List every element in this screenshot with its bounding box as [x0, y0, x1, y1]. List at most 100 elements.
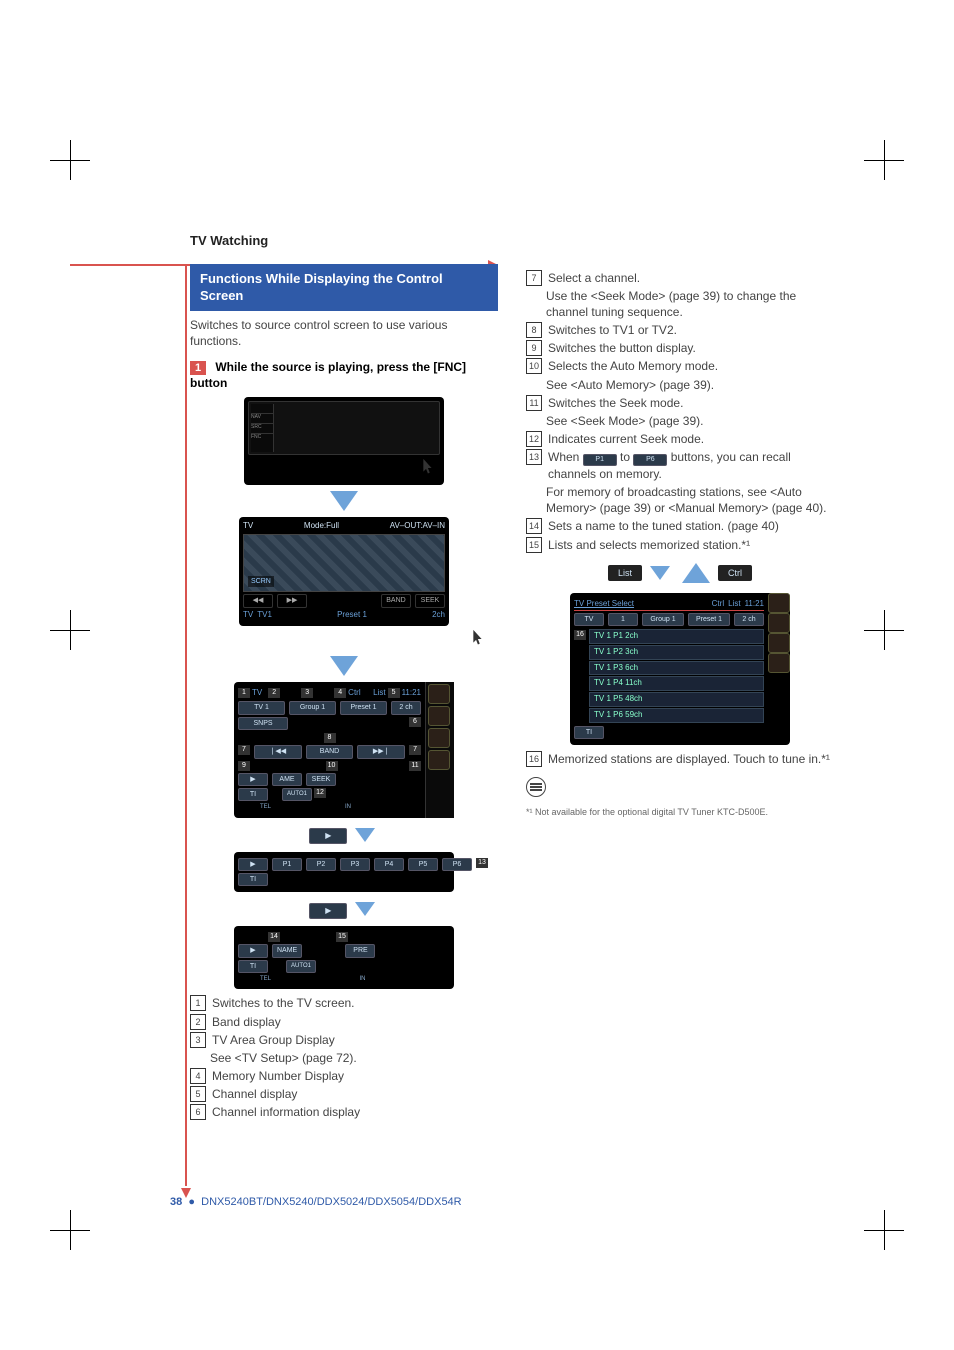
list-tab[interactable]: List — [373, 688, 385, 699]
device-screenshot-ctrl: 1 TV 2 3 4 Ctrl List 5 11:21 — [234, 682, 454, 817]
side-icon[interactable] — [768, 633, 790, 653]
preset-row[interactable]: TV 1 P1 2ch — [589, 629, 764, 644]
callout-10: 10 — [326, 761, 338, 771]
next-button[interactable]: ▶▶❘ — [357, 745, 405, 758]
preset-p3[interactable]: P3 — [340, 858, 370, 871]
preset-p5[interactable]: P5 — [408, 858, 438, 871]
play-button[interactable]: ▶ — [238, 773, 268, 786]
seek-button[interactable]: SEEK — [306, 773, 336, 786]
name-button[interactable]: NAME — [272, 944, 302, 957]
ctrl-tab[interactable]: Ctrl — [718, 565, 752, 581]
side-icon[interactable] — [428, 728, 450, 748]
group-button[interactable]: Group 1 — [289, 701, 336, 714]
play-button[interactable]: ▶ — [238, 858, 268, 871]
legend-text: Selects the Auto Memory mode. — [548, 358, 834, 374]
crop-mark — [874, 1220, 894, 1240]
tab-transition: List Ctrl — [526, 559, 834, 587]
scrn-button[interactable]: SCRN — [248, 576, 274, 587]
preset-button[interactable]: Preset 1 — [340, 701, 387, 714]
side-icon[interactable] — [768, 653, 790, 673]
callout-12: 12 — [314, 788, 326, 798]
legend-num: 9 — [526, 340, 542, 356]
device-screenshot-tv: TV Mode:Full AV–OUT:AV–IN SCRN ◀◀ ▶▶ BAN… — [239, 517, 449, 626]
topic-title: Functions While Displaying the Control S… — [190, 264, 498, 311]
callout-6: 6 — [409, 717, 421, 727]
pointer-icon — [416, 457, 438, 479]
ctrl-tab[interactable]: Ctrl — [348, 688, 360, 699]
device-screenshot-presets: ▶ P1 P2 P3 P4 P5 P6 13 TI — [234, 852, 454, 893]
preset-row[interactable]: TV 1 P2 3ch — [589, 645, 764, 660]
crop-mark — [60, 1220, 80, 1240]
src-label: SRC — [251, 424, 273, 434]
band-button[interactable]: BAND — [306, 745, 354, 758]
ti-button[interactable]: TI — [238, 873, 268, 886]
group-button[interactable]: Group 1 — [642, 613, 684, 626]
legend-num: 5 — [190, 1086, 206, 1102]
one-button[interactable]: 1 — [608, 613, 638, 626]
pre-button[interactable]: PRE — [345, 944, 375, 957]
device-screenshot-name: 14 15 ▶ NAME PRE TI AUTO1 — [234, 926, 454, 989]
preset-p1[interactable]: P1 — [272, 858, 302, 871]
legend-subtext: For memory of broadcasting stations, see… — [546, 484, 834, 516]
preset-row[interactable]: TV 1 P3 6ch — [589, 661, 764, 676]
callout-15: 15 — [336, 932, 348, 942]
legend-num: 13 — [526, 449, 542, 465]
model-list: DNX5240BT/DNX5240/DDX5024/DDX5054/DDX54R — [201, 1196, 461, 1208]
side-icon[interactable] — [428, 750, 450, 770]
callout-16: 16 — [574, 630, 586, 640]
step-text: While the source is playing, press the [… — [190, 360, 466, 390]
side-icon[interactable] — [428, 684, 450, 704]
next-button[interactable]: ▶▶ — [277, 594, 307, 607]
callout-7b: 7 — [409, 745, 421, 755]
preset-p6[interactable]: P6 — [442, 858, 472, 871]
play-button[interactable]: ▶ — [238, 944, 268, 957]
preset-row[interactable]: TV 1 P4 11ch — [589, 676, 764, 691]
ti-button[interactable]: TI — [574, 726, 604, 739]
preset-p4[interactable]: P4 — [374, 858, 404, 871]
callout-11: 11 — [409, 761, 421, 771]
ch-button[interactable]: 2 ch — [391, 701, 421, 714]
legend-num: 6 — [190, 1104, 206, 1120]
prev-button[interactable]: ◀◀ — [243, 594, 273, 607]
list-tab[interactable]: List — [608, 565, 642, 581]
tel-label: TEL — [260, 803, 271, 811]
play-indicator: ▶ — [309, 903, 347, 920]
side-icon[interactable] — [768, 593, 790, 613]
auto-label: AUTO1 — [282, 788, 312, 801]
legend-text: Switches the Seek mode. — [548, 395, 834, 411]
legend-text: Memorized stations are displayed. Touch … — [548, 751, 834, 767]
tv-label: TV — [243, 610, 253, 621]
ame-button[interactable]: AME — [272, 773, 302, 786]
tv-button[interactable]: TV — [574, 613, 604, 626]
list-tab[interactable]: List — [728, 599, 740, 610]
preset-button[interactable]: Preset 1 — [688, 613, 730, 626]
band-button[interactable]: BAND — [381, 594, 411, 607]
snps-button[interactable]: SNPS — [238, 717, 288, 730]
tv-label: TV — [252, 688, 262, 699]
legend-text: Memory Number Display — [212, 1068, 498, 1084]
preset-row[interactable]: TV 1 P6 59ch — [589, 708, 764, 723]
ti-button[interactable]: TI — [238, 960, 268, 973]
legend-text: Switches to TV1 or TV2. — [548, 322, 834, 338]
step-1: 1 While the source is playing, press the… — [190, 359, 498, 391]
note-icon — [526, 777, 546, 797]
preset-row[interactable]: TV 1 P5 48ch — [589, 692, 764, 707]
play-indicator: ▶ — [309, 828, 347, 845]
seek-button[interactable]: SEEK — [415, 594, 445, 607]
ti-button[interactable]: TI — [238, 788, 268, 801]
tv1-button[interactable]: TV 1 — [238, 701, 285, 714]
preset-label: Preset 1 — [276, 610, 428, 621]
legend-num: 15 — [526, 537, 542, 553]
side-icon[interactable] — [428, 706, 450, 726]
legend-text: Channel display — [212, 1086, 498, 1102]
side-icon[interactable] — [768, 613, 790, 633]
ctrl-tab[interactable]: Ctrl — [712, 599, 724, 610]
callout-1: 1 — [238, 688, 250, 698]
preset-p2[interactable]: P2 — [306, 858, 336, 871]
ch-label: 2ch — [432, 610, 445, 621]
ch-button[interactable]: 2 ch — [734, 613, 764, 626]
legend-num: 14 — [526, 518, 542, 534]
prev-button[interactable]: ❘◀◀ — [254, 745, 302, 758]
legend-text: Channel information display — [212, 1104, 498, 1120]
device-screenshot-fnc: NAV SRC FNC — [244, 397, 444, 485]
